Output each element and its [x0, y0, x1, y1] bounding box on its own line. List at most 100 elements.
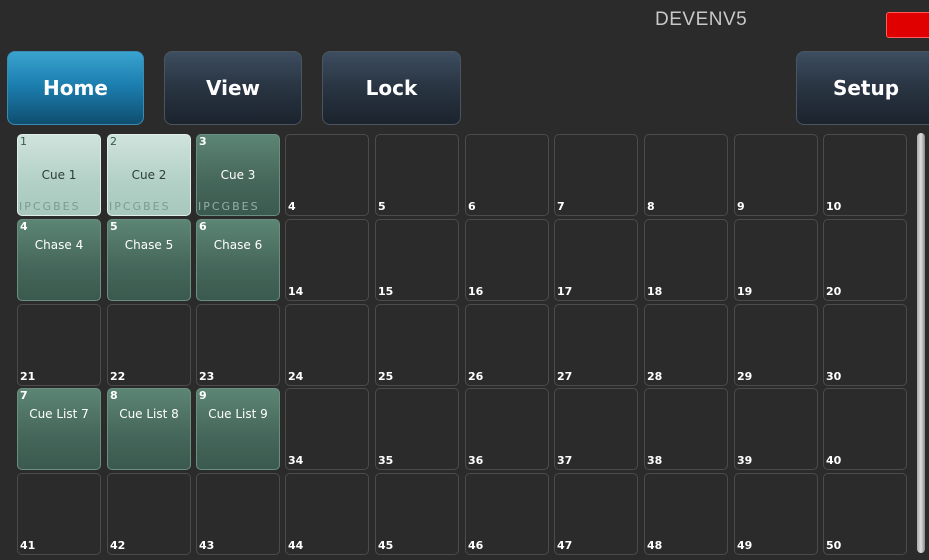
playback-cell[interactable]: 26: [465, 304, 549, 386]
playback-cell[interactable]: 30: [823, 304, 907, 386]
playback-cell[interactable]: 38: [644, 388, 728, 470]
playback-cell[interactable]: 20: [823, 219, 907, 301]
playback-label: Cue List 7: [29, 407, 89, 421]
playback-number: 9: [737, 200, 745, 213]
playback-number: 24: [288, 370, 304, 383]
playback-number: 20: [826, 285, 842, 298]
playback-flags: IPCGBES: [198, 200, 260, 213]
playback-number: 7: [20, 389, 28, 402]
playback-number: 23: [199, 370, 215, 383]
playback-number: 43: [199, 539, 215, 552]
playback-cell[interactable]: 8: [644, 134, 728, 216]
lock-button[interactable]: Lock: [322, 51, 461, 125]
grid-scrollbar[interactable]: [917, 133, 925, 553]
playback-cell[interactable]: 21: [17, 304, 101, 386]
playback-number: 45: [378, 539, 394, 552]
playback-cell[interactable]: 17: [554, 219, 638, 301]
playback-cell[interactable]: 25: [375, 304, 459, 386]
playback-number: 47: [557, 539, 573, 552]
playback-cell[interactable]: 9 Cue List 9: [196, 388, 280, 470]
playback-cell[interactable]: 9: [734, 134, 818, 216]
playback-cell[interactable]: 10: [823, 134, 907, 216]
playback-label: Cue 3: [220, 168, 256, 182]
playback-cell[interactable]: 14: [285, 219, 369, 301]
home-button[interactable]: Home: [7, 51, 144, 125]
playback-cell[interactable]: 6: [465, 134, 549, 216]
playback-number: 22: [110, 370, 126, 383]
playback-cell[interactable]: 23: [196, 304, 280, 386]
playback-number: 41: [20, 539, 36, 552]
playback-number: 48: [647, 539, 663, 552]
playback-cell[interactable]: 46: [465, 473, 549, 555]
playback-cell[interactable]: 28: [644, 304, 728, 386]
playback-number: 7: [557, 200, 565, 213]
playback-cell[interactable]: 7 Cue List 7: [17, 388, 101, 470]
playback-cell[interactable]: 48: [644, 473, 728, 555]
playback-cell[interactable]: 40: [823, 388, 907, 470]
playback-flags: IPCGBES: [19, 200, 81, 213]
playback-cell[interactable]: 34: [285, 388, 369, 470]
playback-number: 1: [20, 135, 27, 148]
playback-cell[interactable]: 39: [734, 388, 818, 470]
view-button[interactable]: View: [164, 51, 302, 125]
playback-cell[interactable]: 4 Chase 4: [17, 219, 101, 301]
playback-cell[interactable]: 27: [554, 304, 638, 386]
playback-cell[interactable]: 45: [375, 473, 459, 555]
playback-number: 40: [826, 454, 842, 467]
playback-number: 8: [647, 200, 655, 213]
playback-number: 2: [110, 135, 117, 148]
playback-cell[interactable]: 19: [734, 219, 818, 301]
playback-number: 49: [737, 539, 753, 552]
playback-number: 27: [557, 370, 573, 383]
playback-cell[interactable]: 43: [196, 473, 280, 555]
playback-cell[interactable]: 6 Chase 6: [196, 219, 280, 301]
playback-number: 30: [826, 370, 842, 383]
playback-number: 4: [288, 200, 296, 213]
playback-number: 5: [378, 200, 386, 213]
playback-cell[interactable]: 24: [285, 304, 369, 386]
playback-number: 15: [378, 285, 394, 298]
device-name: DEVENV5: [655, 9, 748, 30]
playback-cell[interactable]: 15: [375, 219, 459, 301]
playback-number: 46: [468, 539, 484, 552]
playback-number: 9: [199, 389, 207, 402]
playback-number: 36: [468, 454, 484, 467]
playback-cell[interactable]: 44: [285, 473, 369, 555]
playback-number: 38: [647, 454, 663, 467]
playback-number: 18: [647, 285, 663, 298]
playback-cell[interactable]: 29: [734, 304, 818, 386]
playback-label: Chase 4: [34, 238, 84, 252]
playback-cell[interactable]: 3 Cue 3 IPCGBES: [196, 134, 280, 216]
playback-number: 14: [288, 285, 304, 298]
playback-label: Chase 6: [213, 238, 263, 252]
playback-cell[interactable]: 37: [554, 388, 638, 470]
playback-cell[interactable]: 41: [17, 473, 101, 555]
playback-number: 3: [199, 135, 207, 148]
playback-number: 34: [288, 454, 304, 467]
playback-cell[interactable]: 36: [465, 388, 549, 470]
playback-cell[interactable]: 2 Cue 2 IPCGBES: [107, 134, 191, 216]
playback-cell[interactable]: 47: [554, 473, 638, 555]
playback-cell[interactable]: 49: [734, 473, 818, 555]
playback-cell[interactable]: 42: [107, 473, 191, 555]
playback-cell[interactable]: 7: [554, 134, 638, 216]
playback-cell[interactable]: 5 Chase 5: [107, 219, 191, 301]
playback-number: 19: [737, 285, 753, 298]
playback-cell[interactable]: 1 Cue 1 IPCGBES: [17, 134, 101, 216]
playback-number: 29: [737, 370, 753, 383]
playback-cell[interactable]: 35: [375, 388, 459, 470]
playback-label: Cue List 8: [119, 407, 179, 421]
setup-button[interactable]: Setup: [796, 51, 929, 125]
playback-cell[interactable]: 18: [644, 219, 728, 301]
playback-cell[interactable]: 8 Cue List 8: [107, 388, 191, 470]
playback-cell[interactable]: 16: [465, 219, 549, 301]
playback-number: 39: [737, 454, 753, 467]
playback-number: 44: [288, 539, 304, 552]
playback-cell[interactable]: 22: [107, 304, 191, 386]
playback-number: 28: [647, 370, 663, 383]
playback-cell[interactable]: 5: [375, 134, 459, 216]
playback-cell[interactable]: 4: [285, 134, 369, 216]
status-indicator[interactable]: [886, 12, 929, 38]
playback-cell[interactable]: 50: [823, 473, 907, 555]
playback-number: 10: [826, 200, 842, 213]
